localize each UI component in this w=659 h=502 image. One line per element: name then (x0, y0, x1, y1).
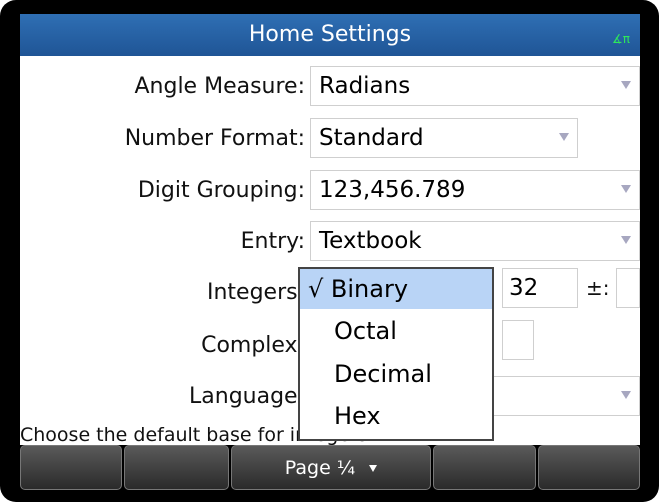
popup-item-decimal[interactable]: Decimal (300, 354, 492, 394)
page-title: Home Settings (248, 22, 412, 47)
digit-grouping-label: Digit Grouping: (137, 178, 305, 203)
digit-grouping-select[interactable]: 123,456.789 (310, 170, 640, 210)
number-format-select[interactable]: Standard (310, 118, 578, 158)
integer-bits-field[interactable]: 32 (502, 268, 578, 308)
chevron-down-icon (621, 185, 631, 193)
entry-value: Textbook (319, 228, 422, 254)
angle-measure-value: Radians (319, 73, 411, 99)
complex-label: Complex: (201, 333, 305, 358)
integer-base-popup: √ Binary Octal Decimal Hex (298, 267, 494, 441)
title-bar: Home Settings ∡π (20, 14, 640, 56)
entry-select[interactable]: Textbook (310, 221, 640, 261)
page-indicator: Page ¼ (284, 457, 356, 479)
softkey-1[interactable] (20, 445, 122, 490)
softkey-bar: Page ¼ (20, 445, 640, 490)
chevron-down-icon (621, 236, 631, 244)
integer-sign-checkbox[interactable] (616, 268, 640, 308)
number-format-label: Number Format: (124, 126, 305, 151)
angle-measure-label: Angle Measure: (134, 74, 305, 99)
digit-grouping-value: 123,456.789 (319, 177, 466, 203)
language-label: Language: (189, 384, 305, 409)
angle-mode-icon: ∡π (612, 32, 630, 46)
chevron-down-icon (559, 133, 569, 141)
complex-checkbox[interactable] (502, 320, 534, 360)
softkey-2[interactable] (123, 445, 230, 490)
integers-label: Integers: (206, 280, 305, 305)
calculator-screen: Home Settings ∡π Angle Measure: Radians … (20, 14, 640, 490)
entry-label: Entry: (240, 229, 305, 254)
softkey-4[interactable] (432, 445, 537, 490)
page-softkey[interactable]: Page ¼ (231, 445, 431, 490)
page-down-icon (369, 465, 378, 472)
number-format-value: Standard (319, 125, 424, 151)
popup-item-binary[interactable]: √ Binary (300, 269, 492, 309)
integer-sign-label: ±: (586, 276, 610, 300)
chevron-down-icon (621, 81, 631, 89)
integer-bits-value: 32 (509, 275, 539, 301)
popup-item-octal[interactable]: Octal (300, 311, 492, 351)
chevron-down-icon (621, 391, 631, 399)
angle-measure-select[interactable]: Radians (310, 66, 640, 106)
popup-item-hex[interactable]: Hex (300, 396, 492, 436)
device-frame: Home Settings ∡π Angle Measure: Radians … (0, 0, 659, 502)
softkey-5[interactable] (538, 445, 640, 490)
